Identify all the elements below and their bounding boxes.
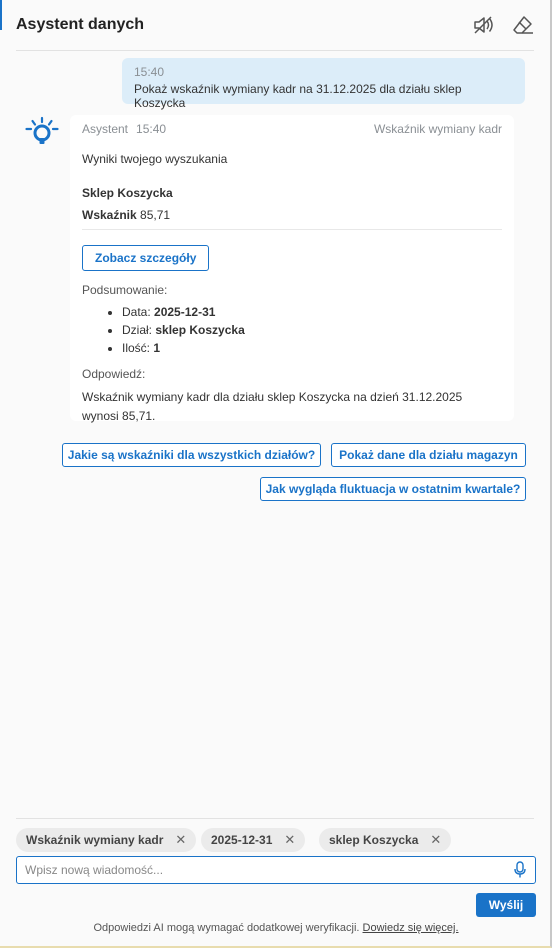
assistant-message-header: Asystent 15:40 Wskaźnik wymiany kadr <box>82 122 502 136</box>
summary-label: Podsumowanie: <box>82 283 168 297</box>
ai-disclaimer: Odpowiedzi AI mogą wymagać dodatkowej we… <box>0 922 552 934</box>
answer-label: Odpowiedź: <box>82 367 146 381</box>
assistant-sender: Asystent <box>82 122 129 136</box>
filter-chip-department: sklep Koszycka ✕ <box>319 828 452 852</box>
suggestion-warehouse[interactable]: Pokaż dane dla działu magazyn <box>331 443 526 467</box>
panel-title: Asystent danych <box>16 16 145 33</box>
assistant-message-time: 15:40 <box>136 122 167 136</box>
summary-item-date: Data: 2025-12-31 <box>122 303 502 321</box>
footer-divider <box>16 818 534 819</box>
filter-chip-metric: Wskaźnik wymiany kadr ✕ <box>16 828 197 852</box>
summary-list: Data: 2025-12-31 Dział: sklep Koszycka I… <box>122 303 502 357</box>
chat-panel: Asystent danych 15:40 Pokaż wskaźnik wym… <box>0 0 552 948</box>
message-input[interactable] <box>25 863 513 877</box>
header-divider <box>16 50 534 51</box>
assistant-message-topic: Wskaźnik wymiany kadr <box>373 122 502 136</box>
filter-chip-label: 2025-12-31 <box>211 833 273 847</box>
microphone-icon[interactable] <box>513 861 527 879</box>
disclaimer-text: Odpowiedzi AI mogą wymagać dodatkowej we… <box>93 922 360 934</box>
user-message-text: Pokaż wskaźnik wymiany kadr na 31.12.202… <box>134 82 462 110</box>
header-actions <box>472 14 534 36</box>
user-message-time: 15:40 <box>134 65 165 79</box>
close-icon[interactable]: ✕ <box>430 832 441 848</box>
panel-header: Asystent danych <box>0 0 550 50</box>
view-details-button[interactable]: Zobacz szczegóły <box>82 245 210 271</box>
message-input-wrapper <box>16 856 536 884</box>
assistant-bulb-icon <box>25 116 61 146</box>
result-metric: Wskaźnik 85,71 <box>82 208 502 222</box>
speaker-muted-icon[interactable] <box>472 14 494 36</box>
close-icon[interactable]: ✕ <box>284 832 295 848</box>
eraser-icon[interactable] <box>512 14 534 36</box>
user-message: 15:40 Pokaż wskaźnik wymiany kadr na 31.… <box>122 58 525 110</box>
suggestion-all-departments[interactable]: Jakie są wskaźniki dla wszystkich działó… <box>62 443 321 467</box>
learn-more-link[interactable]: Dowiedz się więcej. <box>363 922 459 934</box>
summary-item-count: Ilość: 1 <box>122 339 502 357</box>
result-intro: Wyniki twojego wyszukania <box>82 152 228 166</box>
filter-chip-label: Wskaźnik wymiany kadr <box>26 833 164 847</box>
assistant-message: Asystent 15:40 Wskaźnik wymiany kadr Wyn… <box>70 115 514 423</box>
summary-item-department: Dział: sklep Koszycka <box>122 321 502 339</box>
result-divider <box>82 229 502 230</box>
result-metric-label: Wskaźnik <box>82 208 137 222</box>
answer-text: Wskaźnik wymiany kadr dla działu sklep K… <box>82 390 463 423</box>
close-icon[interactable]: ✕ <box>175 832 186 848</box>
send-button[interactable]: Wyślij <box>476 893 536 917</box>
filter-chip-label: sklep Koszycka <box>329 833 419 847</box>
suggestion-quarter-fluctuation[interactable]: Jak wygląda fluktuacja w ostatnim kwarta… <box>260 477 526 501</box>
result-metric-value: 85,71 <box>140 208 171 222</box>
filter-chip-date: 2025-12-31 ✕ <box>201 828 306 852</box>
result-title: Sklep Koszycka <box>82 186 173 200</box>
